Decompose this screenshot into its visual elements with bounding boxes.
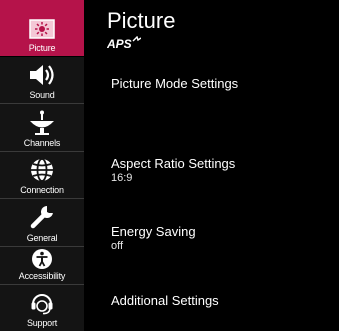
aps-logo: APS — [106, 35, 142, 55]
aspect-ratio-settings-item[interactable]: Aspect Ratio Settings 16:9 — [111, 156, 235, 185]
energy-saving-item[interactable]: Energy Saving off — [111, 224, 196, 253]
sidebar-item-label: Channels — [23, 138, 61, 148]
sidebar-item-channels[interactable]: Channels — [0, 104, 84, 152]
sidebar-item-accessibility[interactable]: Accessibility — [0, 247, 84, 285]
aps-logo-text: APS — [107, 37, 132, 50]
settings-main-panel: Picture APS Picture Mode Settings Aspect… — [84, 0, 339, 331]
sidebar-item-label: Picture — [28, 43, 56, 53]
setting-name: Energy Saving — [111, 224, 196, 239]
setting-value: off — [111, 240, 124, 252]
satellite-dish-icon — [27, 110, 57, 136]
settings-sidebar: Picture Sound Channels Connection Genera… — [0, 0, 84, 331]
wrench-icon — [29, 204, 55, 230]
setting-value: 16:9 — [111, 172, 133, 184]
setting-name: Aspect Ratio Settings — [111, 156, 236, 171]
picture-mode-settings-item[interactable]: Picture Mode Settings — [111, 76, 238, 91]
speaker-icon — [28, 63, 56, 87]
sidebar-item-label: Accessibility — [18, 271, 66, 281]
sidebar-item-sound[interactable]: Sound — [0, 57, 84, 104]
setting-name: Picture Mode Settings — [111, 76, 239, 91]
additional-settings-item[interactable]: Additional Settings — [111, 293, 219, 308]
headset-icon — [29, 290, 55, 316]
sidebar-item-support[interactable]: Support — [0, 285, 84, 331]
sidebar-item-label: Sound — [29, 90, 55, 100]
picture-icon — [29, 19, 55, 39]
sidebar-item-label: Support — [26, 318, 58, 328]
sidebar-item-picture[interactable]: Picture — [0, 0, 84, 57]
sidebar-item-label: General — [26, 233, 58, 243]
accessibility-icon — [31, 248, 53, 270]
setting-name: Additional Settings — [111, 293, 219, 308]
globe-icon — [29, 157, 55, 183]
page-title: Picture — [107, 8, 176, 33]
sidebar-item-label: Connection — [20, 185, 64, 195]
sidebar-item-connection[interactable]: Connection — [0, 152, 84, 199]
sidebar-item-general[interactable]: General — [0, 199, 84, 247]
